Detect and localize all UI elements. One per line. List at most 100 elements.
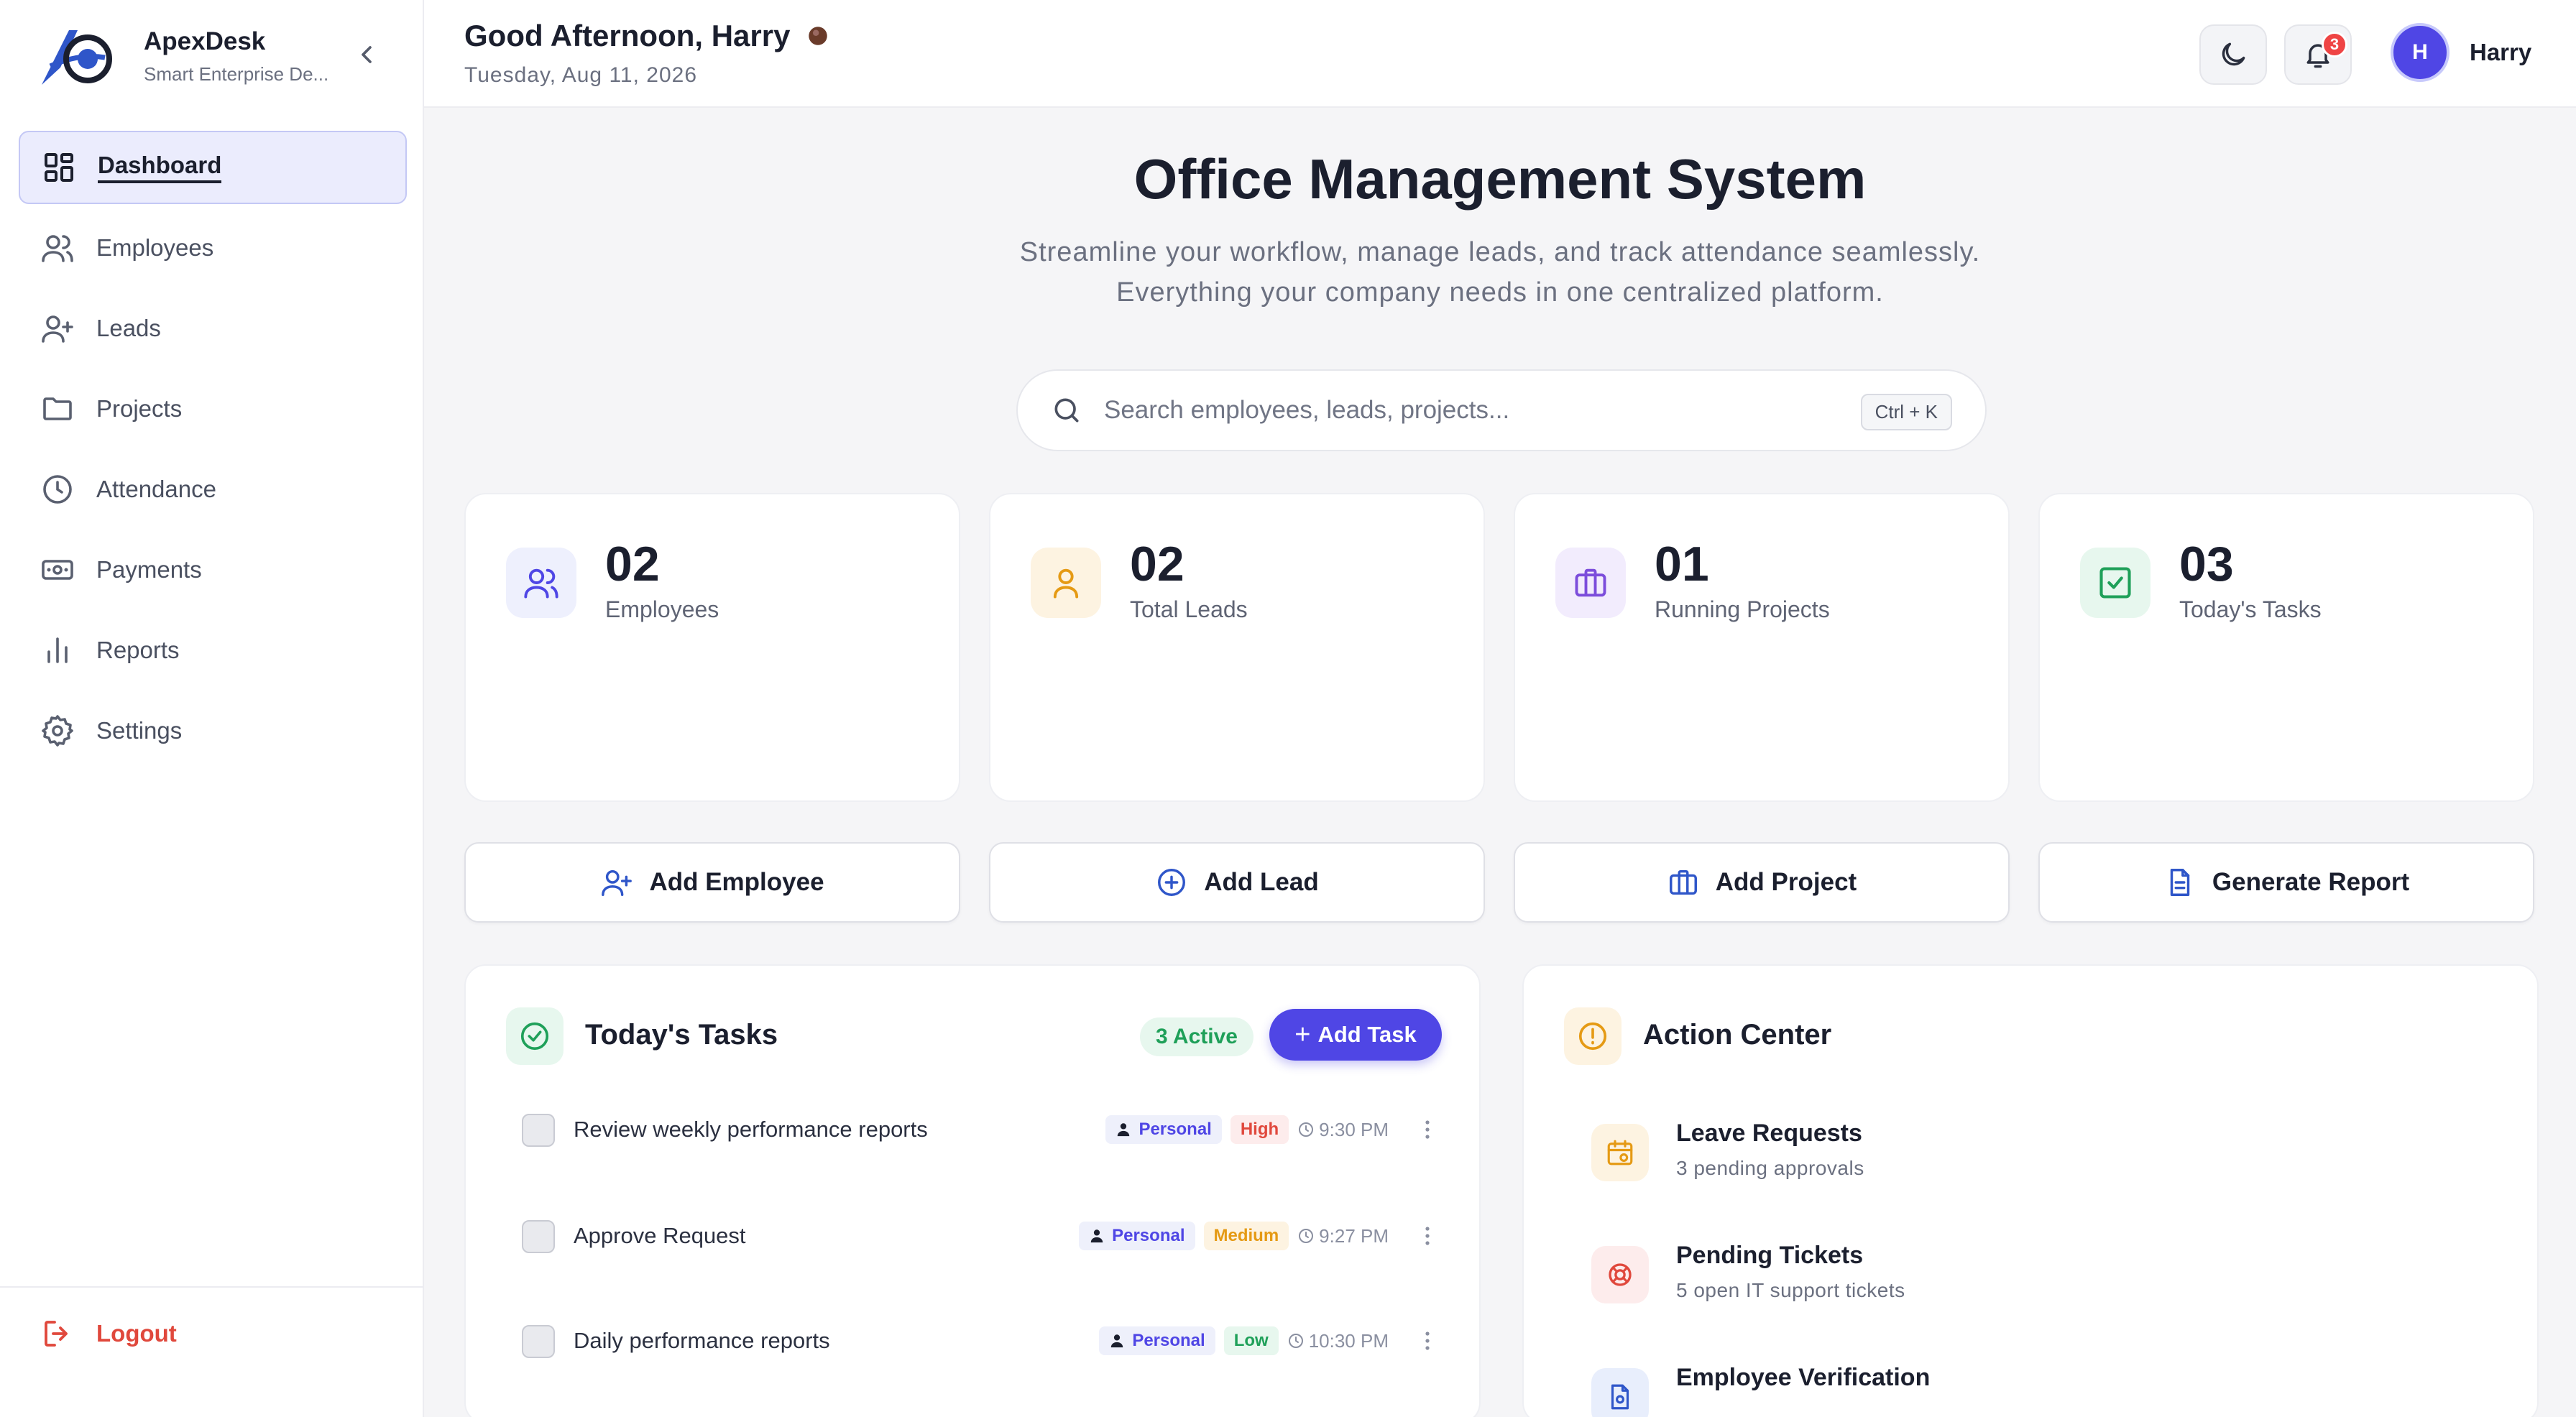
task-checkbox[interactable] bbox=[522, 1220, 555, 1253]
task-category-label: Personal bbox=[1132, 1331, 1205, 1350]
add-task-button[interactable]: + Add Task bbox=[1269, 1009, 1442, 1061]
users-icon bbox=[42, 235, 73, 262]
sidebar-item-dashboard[interactable]: Dashboard bbox=[19, 131, 407, 204]
task-meta: Personal High 9:30 PM bbox=[1105, 1112, 1435, 1147]
user-plus-icon bbox=[602, 869, 632, 896]
task-title: Review weekly performance reports bbox=[574, 1117, 928, 1142]
check-square-icon bbox=[2099, 567, 2131, 599]
task-time: 10:30 PM bbox=[1287, 1330, 1389, 1352]
action-center-panel: Action Center Leave Requests 3 pending a… bbox=[1522, 964, 2539, 1417]
task-meta: Personal Low 10:30 PM bbox=[1099, 1324, 1435, 1358]
task-time-label: 9:27 PM bbox=[1319, 1224, 1389, 1247]
action-item-pending-tickets[interactable]: Pending Tickets 5 open IT support ticket… bbox=[1591, 1236, 2454, 1315]
stat-card-todays-tasks[interactable]: 03 Today's Tasks bbox=[2038, 493, 2534, 802]
task-checkbox[interactable] bbox=[522, 1114, 555, 1147]
top-header: Good Afternoon, Harry Tuesday, Aug 11, 2… bbox=[424, 0, 2576, 108]
action-item-leave-requests[interactable]: Leave Requests 3 pending approvals bbox=[1591, 1114, 2454, 1193]
action-item-employee-verification[interactable]: Employee Verification bbox=[1591, 1358, 2454, 1417]
sidebar-item-leads[interactable]: Leads bbox=[19, 292, 407, 365]
task-title: Daily performance reports bbox=[574, 1328, 830, 1353]
task-category-label: Personal bbox=[1112, 1226, 1185, 1245]
sidebar-item-settings[interactable]: Settings bbox=[19, 694, 407, 767]
notifications-button[interactable]: 3 bbox=[2284, 24, 2352, 85]
add-project-label: Add Project bbox=[1715, 868, 1857, 896]
action-item-icon-wrap bbox=[1591, 1246, 1649, 1303]
briefcase-icon bbox=[1669, 869, 1697, 895]
task-category-label: Personal bbox=[1138, 1120, 1212, 1139]
sidebar: ApexDesk Smart Enterprise De... Dashboar… bbox=[0, 0, 424, 1417]
action-item-icon-wrap bbox=[1591, 1124, 1649, 1181]
sidebar-item-attendance[interactable]: Attendance bbox=[19, 453, 407, 526]
sidebar-item-projects[interactable]: Projects bbox=[19, 372, 407, 446]
greeting-text: Good Afternoon, Harry bbox=[464, 19, 791, 52]
lifebuoy-icon bbox=[1609, 1263, 1632, 1286]
sidebar-item-payments[interactable]: Payments bbox=[19, 533, 407, 606]
task-time-label: 9:30 PM bbox=[1319, 1118, 1389, 1140]
logout-button[interactable]: Logout bbox=[40, 1316, 177, 1351]
stat-label: Running Projects bbox=[1655, 596, 1830, 622]
todays-tasks-panel: Today's Tasks 3 Active + Add Task Review… bbox=[464, 964, 1481, 1417]
stat-card-running-projects[interactable]: 01 Running Projects bbox=[1514, 493, 2010, 802]
more-vertical-icon[interactable] bbox=[1420, 1222, 1435, 1250]
brand[interactable]: ApexDesk Smart Enterprise De... bbox=[36, 22, 402, 93]
person-icon bbox=[1090, 1229, 1103, 1243]
stat-value: 01 bbox=[1655, 537, 1709, 591]
clock-icon bbox=[1299, 1122, 1314, 1137]
sidebar-item-reports[interactable]: Reports bbox=[19, 614, 407, 687]
more-vertical-icon[interactable] bbox=[1420, 1115, 1435, 1144]
logout-icon bbox=[45, 1321, 68, 1347]
plus-circle-icon bbox=[1158, 869, 1186, 896]
stat-card-total-leads[interactable]: 02 Total Leads bbox=[989, 493, 1485, 802]
search-icon bbox=[1054, 398, 1079, 423]
add-lead-label: Add Lead bbox=[1204, 868, 1319, 896]
tasks-panel-title: Today's Tasks bbox=[585, 1019, 778, 1051]
task-priority-tag: High bbox=[1230, 1115, 1289, 1144]
task-priority-tag: Low bbox=[1223, 1326, 1279, 1355]
task-priority-tag: Medium bbox=[1203, 1222, 1289, 1250]
sidebar-item-label: Settings bbox=[96, 717, 183, 744]
sidebar-item-employees[interactable]: Employees bbox=[19, 211, 407, 285]
sidebar-item-label: Payments bbox=[96, 556, 202, 583]
stat-value: 02 bbox=[605, 537, 660, 591]
plus-icon: + bbox=[1294, 1020, 1311, 1050]
add-task-label: Add Task bbox=[1317, 1022, 1417, 1047]
add-project-button[interactable]: Add Project bbox=[1514, 842, 2010, 923]
chevron-left-icon[interactable] bbox=[352, 40, 381, 69]
stat-label: Total Leads bbox=[1130, 596, 1248, 622]
stat-icon-wrap bbox=[2080, 548, 2150, 618]
active-tasks-badge: 3 Active bbox=[1140, 1017, 1254, 1056]
search-shortcut-hint: Ctrl + K bbox=[1860, 394, 1952, 430]
apexdesk-logo-icon bbox=[42, 30, 112, 85]
calendar-icon bbox=[1607, 1140, 1633, 1166]
task-row: Daily performance reports Personal Low 1… bbox=[522, 1312, 1435, 1370]
search-bar: Ctrl + K bbox=[1016, 369, 1987, 451]
task-row: Review weekly performance reports Person… bbox=[522, 1101, 1435, 1158]
page-subtitle-line-1: Streamline your workflow, manage leads, … bbox=[1019, 237, 1981, 267]
action-item-subtitle: 3 pending approvals bbox=[1676, 1157, 1864, 1179]
alert-circle-icon bbox=[1578, 1022, 1607, 1051]
clock-icon bbox=[1288, 1334, 1303, 1348]
action-item-title: Pending Tickets bbox=[1676, 1242, 1864, 1269]
action-item-subtitle: 5 open IT support tickets bbox=[1676, 1279, 1905, 1301]
sidebar-divider bbox=[0, 1286, 423, 1288]
bar-chart-icon bbox=[47, 637, 68, 663]
sidebar-item-label: Projects bbox=[96, 395, 183, 422]
add-lead-button[interactable]: Add Lead bbox=[989, 842, 1485, 923]
stat-icon-wrap bbox=[1031, 548, 1101, 618]
task-category-tag: Personal bbox=[1099, 1326, 1215, 1355]
page-subtitle-line-2: Everything your company needs in one cen… bbox=[1116, 277, 1884, 308]
task-checkbox[interactable] bbox=[522, 1325, 555, 1358]
user-menu[interactable]: H Harry bbox=[2391, 23, 2531, 82]
stat-card-employees[interactable]: 02 Employees bbox=[464, 493, 960, 802]
theme-toggle-button[interactable] bbox=[2199, 24, 2267, 85]
brand-subtitle: Smart Enterprise De... bbox=[144, 63, 329, 85]
generate-report-button[interactable]: Generate Report bbox=[2038, 842, 2534, 923]
more-vertical-icon[interactable] bbox=[1420, 1326, 1435, 1355]
search-input[interactable] bbox=[1104, 396, 1823, 425]
user-icon bbox=[1053, 568, 1079, 599]
stat-icon-wrap bbox=[506, 548, 576, 618]
action-item-title: Employee Verification bbox=[1676, 1364, 1931, 1391]
greeting: Good Afternoon, Harry bbox=[464, 19, 830, 53]
avatar: H bbox=[2391, 23, 2450, 82]
add-employee-button[interactable]: Add Employee bbox=[464, 842, 960, 923]
